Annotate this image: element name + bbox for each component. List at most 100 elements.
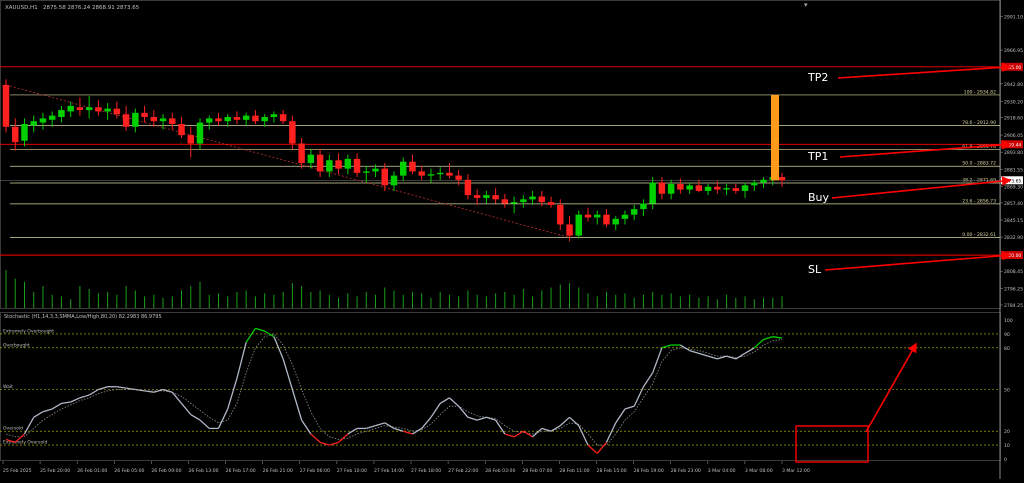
stoch-axis-label: 20 xyxy=(1004,429,1010,435)
price-axis-label: 2966.95 xyxy=(1004,48,1023,54)
stoch-axis-label: 10 xyxy=(1004,443,1010,449)
price-axis-label: 2796.25 xyxy=(1004,286,1023,292)
candle-body xyxy=(335,160,342,169)
time-axis-label: 26 Feb 01:00 xyxy=(77,468,107,474)
fib-level-label: 50.0 - 2883.72 xyxy=(962,161,996,167)
candle-body xyxy=(520,199,527,203)
candle-body xyxy=(252,115,259,122)
stoch-main-segment xyxy=(116,386,127,389)
stoch-main-segment xyxy=(772,336,783,339)
candle-body xyxy=(169,118,176,124)
stoch-main-segment xyxy=(633,386,645,407)
time-axis-label: 3 Mar 04:00 xyxy=(708,468,736,474)
stoch-main-segment xyxy=(578,425,589,446)
stoch-main-segment xyxy=(88,388,99,396)
time-axis-label: 25 Feb 20:00 xyxy=(40,468,70,474)
candle-body xyxy=(714,186,721,190)
candle-body xyxy=(667,183,675,194)
candle-body xyxy=(418,171,425,176)
price-axis-label: 2869.30 xyxy=(1004,184,1023,190)
ohlc-readout: 2875.58 2876.24 2868.91 2873.65 xyxy=(43,5,140,11)
time-axis-label: 26 Feb 13:00 xyxy=(188,468,218,474)
price-axis-label: 2881.55 xyxy=(1004,167,1023,173)
candle-body xyxy=(298,143,305,164)
chart-menu-chevron[interactable]: ▾ xyxy=(804,1,808,9)
price-axis-label: 2845.15 xyxy=(1004,218,1023,224)
candle-body xyxy=(12,126,19,143)
stoch-main-segment xyxy=(384,422,395,429)
candle-body xyxy=(21,123,28,141)
stoch-main-segment xyxy=(624,405,635,410)
stoch-main-segment xyxy=(375,422,385,427)
candle-body xyxy=(566,224,573,236)
time-axis-label: 27 Feb 22:00 xyxy=(448,468,478,474)
candle-body xyxy=(584,214,592,218)
candle-body xyxy=(132,112,139,127)
candle-body xyxy=(612,218,619,225)
candle-body xyxy=(427,174,435,176)
stoch-panel-frame xyxy=(0,312,1001,461)
time-axis-label: 28 Feb 03:00 xyxy=(485,468,515,474)
candle-body xyxy=(233,117,241,120)
candle-body xyxy=(649,182,656,204)
candle-body xyxy=(436,172,444,175)
candle-body xyxy=(344,158,352,169)
stoch-main-segment xyxy=(707,355,718,360)
candle-body xyxy=(113,108,121,115)
price-panel-frame xyxy=(0,0,1001,309)
candle-body xyxy=(159,118,167,122)
annotation-buy: Buy xyxy=(808,191,830,204)
stoch-main-segment xyxy=(504,433,515,438)
time-axis-label: 26 Feb 09:00 xyxy=(151,468,181,474)
stoch-main-segment xyxy=(467,416,478,421)
fib-level-label: 78.6 - 2912.90 xyxy=(962,120,996,126)
stoch-main-segment xyxy=(245,327,256,343)
candle-body xyxy=(242,115,250,120)
stoch-main-segment xyxy=(439,397,450,404)
stoch-main-segment xyxy=(698,352,709,357)
stoch-main-segment xyxy=(61,401,71,405)
time-axis-label: 28 Feb 23:00 xyxy=(671,468,701,474)
stoch-main-segment xyxy=(338,433,349,443)
candle-body xyxy=(122,114,130,127)
price-axis-label: 2832.90 xyxy=(1004,235,1023,241)
price-axis-label: 2930.20 xyxy=(1004,99,1023,105)
mt4-chart-window[interactable]: 100 - 2934.82 78.6 - 2912.90 61.8 - 2895.7… xyxy=(0,0,1024,479)
stoch-main-segment xyxy=(513,430,524,438)
time-axis-label: 25 Feb 2025 xyxy=(3,468,32,474)
stoch-main-segment xyxy=(79,394,90,399)
stoch-main-segment xyxy=(448,397,460,407)
candle-body xyxy=(723,188,730,190)
candle-body xyxy=(492,195,499,200)
price-axis-label: 2893.80 xyxy=(1004,150,1023,156)
candle-body xyxy=(141,112,148,118)
time-axis-label: 28 Feb 11:00 xyxy=(559,468,589,474)
annotation-sl: SL xyxy=(808,263,822,276)
time-axis-label: 26 Feb 21:00 xyxy=(263,468,293,474)
candle-body xyxy=(279,114,287,122)
chart-canvas[interactable]: 100 - 2934.8278.6 - 2912.9061.8 - 2895.7… xyxy=(0,0,1024,479)
stoch-level-label: Extremely Overbought xyxy=(3,328,54,334)
stoch-axis-label: 90 xyxy=(1004,332,1010,338)
price-axis-label: 2942.80 xyxy=(1004,82,1023,88)
candle-body xyxy=(557,204,564,225)
candle-body xyxy=(76,107,84,111)
stoch-main-segment xyxy=(42,408,53,413)
stoch-main-segment xyxy=(532,427,543,438)
stoch-main-segment xyxy=(98,386,108,391)
stoch-main-segment xyxy=(541,427,552,432)
candle-body xyxy=(187,135,194,144)
candle-body xyxy=(85,107,93,111)
stoch-main-segment xyxy=(569,416,580,427)
candle-body xyxy=(206,118,213,123)
time-axis-label: 3 Mar 08:00 xyxy=(745,468,773,474)
candle-body xyxy=(741,185,749,191)
stoch-main-segment xyxy=(301,419,312,435)
candle-body xyxy=(39,118,47,123)
stoch-main-segment xyxy=(282,358,294,390)
candle-body xyxy=(510,202,518,204)
candle-body xyxy=(640,203,647,210)
candle-body xyxy=(95,107,102,112)
stoch-main-segment xyxy=(763,336,773,341)
candle-body xyxy=(58,110,65,118)
